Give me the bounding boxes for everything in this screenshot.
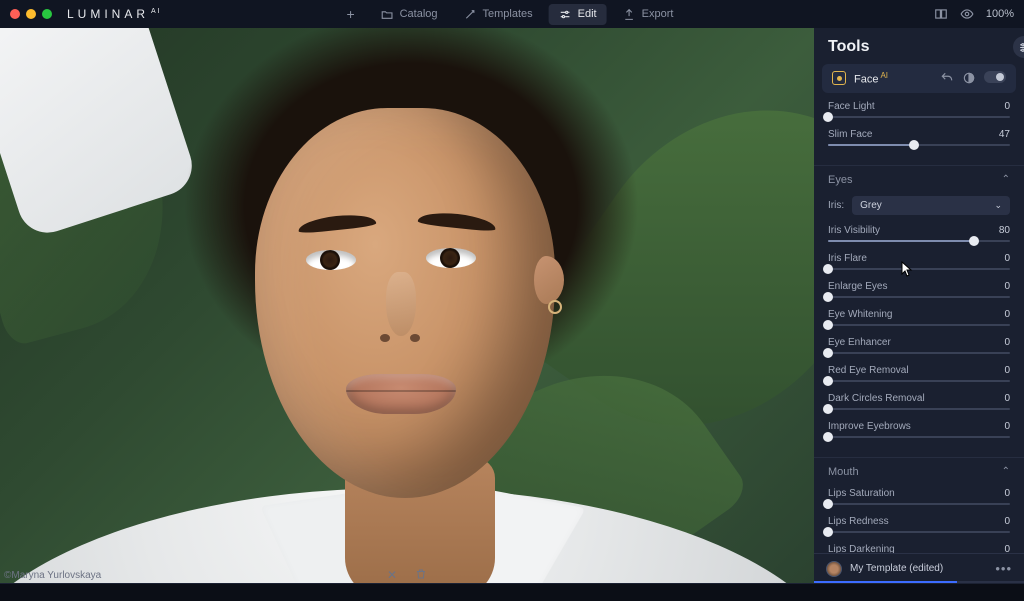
slider-track[interactable] bbox=[828, 352, 1010, 354]
tab-edit[interactable]: Edit bbox=[549, 4, 607, 25]
canvas-controls: ✕ bbox=[387, 568, 427, 582]
tab-export[interactable]: Export bbox=[613, 4, 684, 25]
slider-label: Lips Saturation bbox=[828, 488, 895, 499]
undo-icon[interactable] bbox=[940, 71, 954, 85]
slider-track[interactable] bbox=[828, 324, 1010, 326]
slider-label: Face Light bbox=[828, 101, 875, 112]
export-icon bbox=[623, 8, 636, 21]
slider-eye-whitening[interactable]: Eye Whitening 0 bbox=[828, 309, 1010, 326]
slider-track[interactable] bbox=[828, 436, 1010, 438]
photo-illustration bbox=[0, 28, 814, 583]
slider-label: Red Eye Removal bbox=[828, 365, 909, 376]
slider-improve-eyebrows[interactable]: Improve Eyebrows 0 bbox=[828, 421, 1010, 438]
zoom-window[interactable] bbox=[42, 9, 52, 19]
slider-value: 0 bbox=[1004, 281, 1010, 292]
sidebar-title: Tools bbox=[814, 28, 1024, 64]
title-bar: LUMINARAI + Catalog Templates Edit Exp bbox=[0, 0, 1024, 28]
slider-value: 0 bbox=[1004, 309, 1010, 320]
template-thumb-icon bbox=[826, 561, 842, 577]
slider-value: 0 bbox=[1004, 253, 1010, 264]
slider-label: Lips Redness bbox=[828, 516, 889, 527]
canvas[interactable]: ©Maryna Yurlovskaya ✕ bbox=[0, 28, 814, 583]
tab-label: Catalog bbox=[400, 8, 438, 20]
tools-sidebar: Tools FaceAI Face Light 0 Slim Face 47 Eye… bbox=[814, 28, 1024, 583]
slider-label: Eye Enhancer bbox=[828, 337, 891, 348]
tab-label: Edit bbox=[578, 8, 597, 20]
topbar-right: 100% bbox=[934, 7, 1014, 21]
slider-value: 0 bbox=[1004, 337, 1010, 348]
face-tool-icon bbox=[832, 71, 846, 85]
slider-iris-visibility[interactable]: Iris Visibility 80 bbox=[828, 225, 1010, 242]
slider-lips-saturation[interactable]: Lips Saturation 0 bbox=[828, 488, 1010, 505]
add-button[interactable]: + bbox=[341, 4, 361, 24]
slider-value: 0 bbox=[1004, 421, 1010, 432]
slider-label: Dark Circles Removal bbox=[828, 393, 925, 404]
slider-label: Improve Eyebrows bbox=[828, 421, 911, 432]
slider-track[interactable] bbox=[828, 503, 1010, 505]
slider-label: Iris Visibility bbox=[828, 225, 880, 236]
slider-track[interactable] bbox=[828, 296, 1010, 298]
sliders-icon bbox=[559, 8, 572, 21]
tab-label: Templates bbox=[483, 8, 533, 20]
slider-red-eye-removal[interactable]: Red Eye Removal 0 bbox=[828, 365, 1010, 382]
slider-track[interactable] bbox=[828, 268, 1010, 270]
slider-track[interactable] bbox=[828, 380, 1010, 382]
section-eyes[interactable]: Eyes⌃ bbox=[814, 165, 1024, 192]
section-mouth[interactable]: Mouth⌃ bbox=[814, 457, 1024, 484]
tool-header-face[interactable]: FaceAI bbox=[822, 64, 1016, 93]
chevron-up-icon: ⌃ bbox=[1002, 174, 1010, 185]
slider-value: 80 bbox=[999, 225, 1010, 236]
slider-track[interactable] bbox=[828, 240, 1010, 242]
window-controls bbox=[10, 9, 52, 19]
slider-slim-face[interactable]: Slim Face 47 bbox=[828, 129, 1010, 146]
slider-iris-flare[interactable]: Iris Flare 0 bbox=[828, 253, 1010, 270]
slider-value: 0 bbox=[1004, 516, 1010, 527]
template-name: My Template (edited) bbox=[850, 563, 943, 574]
folder-icon bbox=[381, 8, 394, 21]
wand-icon bbox=[464, 8, 477, 21]
trash-icon[interactable] bbox=[415, 568, 427, 582]
slider-dark-circles[interactable]: Dark Circles Removal 0 bbox=[828, 393, 1010, 410]
slider-track[interactable] bbox=[828, 531, 1010, 533]
slider-label: Slim Face bbox=[828, 129, 872, 140]
preview-eye-icon[interactable] bbox=[960, 7, 974, 21]
status-bar bbox=[0, 583, 1024, 601]
mask-icon[interactable] bbox=[962, 71, 976, 85]
close-window[interactable] bbox=[10, 9, 20, 19]
slider-value: 0 bbox=[1004, 488, 1010, 499]
dropdown-icon: ⌄ bbox=[994, 200, 1002, 211]
slider-value: 0 bbox=[1004, 101, 1010, 112]
slider-track[interactable] bbox=[828, 408, 1010, 410]
more-icon[interactable]: ••• bbox=[995, 561, 1012, 576]
app-brand: LUMINARAI bbox=[67, 7, 162, 21]
slider-label: Enlarge Eyes bbox=[828, 281, 887, 292]
slider-eye-enhancer[interactable]: Eye Enhancer 0 bbox=[828, 337, 1010, 354]
photo-credit: ©Maryna Yurlovskaya bbox=[4, 570, 101, 581]
slider-enlarge-eyes[interactable]: Enlarge Eyes 0 bbox=[828, 281, 1010, 298]
tab-templates[interactable]: Templates bbox=[454, 4, 543, 25]
slider-value: 0 bbox=[1004, 365, 1010, 376]
close-icon[interactable]: ✕ bbox=[387, 568, 397, 582]
tool-toggle[interactable] bbox=[984, 71, 1006, 83]
template-strength[interactable] bbox=[814, 581, 1024, 583]
slider-track[interactable] bbox=[828, 116, 1010, 118]
slider-label: Iris Flare bbox=[828, 253, 867, 264]
tab-label: Export bbox=[642, 8, 674, 20]
chevron-up-icon: ⌃ bbox=[1002, 466, 1010, 477]
slider-lips-redness[interactable]: Lips Redness 0 bbox=[828, 516, 1010, 533]
slider-face-light[interactable]: Face Light 0 bbox=[828, 101, 1010, 118]
tab-catalog[interactable]: Catalog bbox=[371, 4, 448, 25]
zoom-level[interactable]: 100% bbox=[986, 8, 1014, 20]
template-bar[interactable]: My Template (edited) ••• bbox=[814, 553, 1024, 583]
slider-value: 47 bbox=[999, 129, 1010, 140]
slider-value: 0 bbox=[1004, 393, 1010, 404]
minimize-window[interactable] bbox=[26, 9, 36, 19]
slider-label: Eye Whitening bbox=[828, 309, 892, 320]
main-tabs: + Catalog Templates Edit Export bbox=[341, 4, 684, 25]
iris-label: Iris: bbox=[828, 200, 844, 211]
slider-track[interactable] bbox=[828, 144, 1010, 146]
iris-select[interactable]: Grey⌄ bbox=[852, 196, 1010, 215]
compare-icon[interactable] bbox=[934, 7, 948, 21]
panel-settings-icon[interactable] bbox=[1013, 36, 1024, 58]
